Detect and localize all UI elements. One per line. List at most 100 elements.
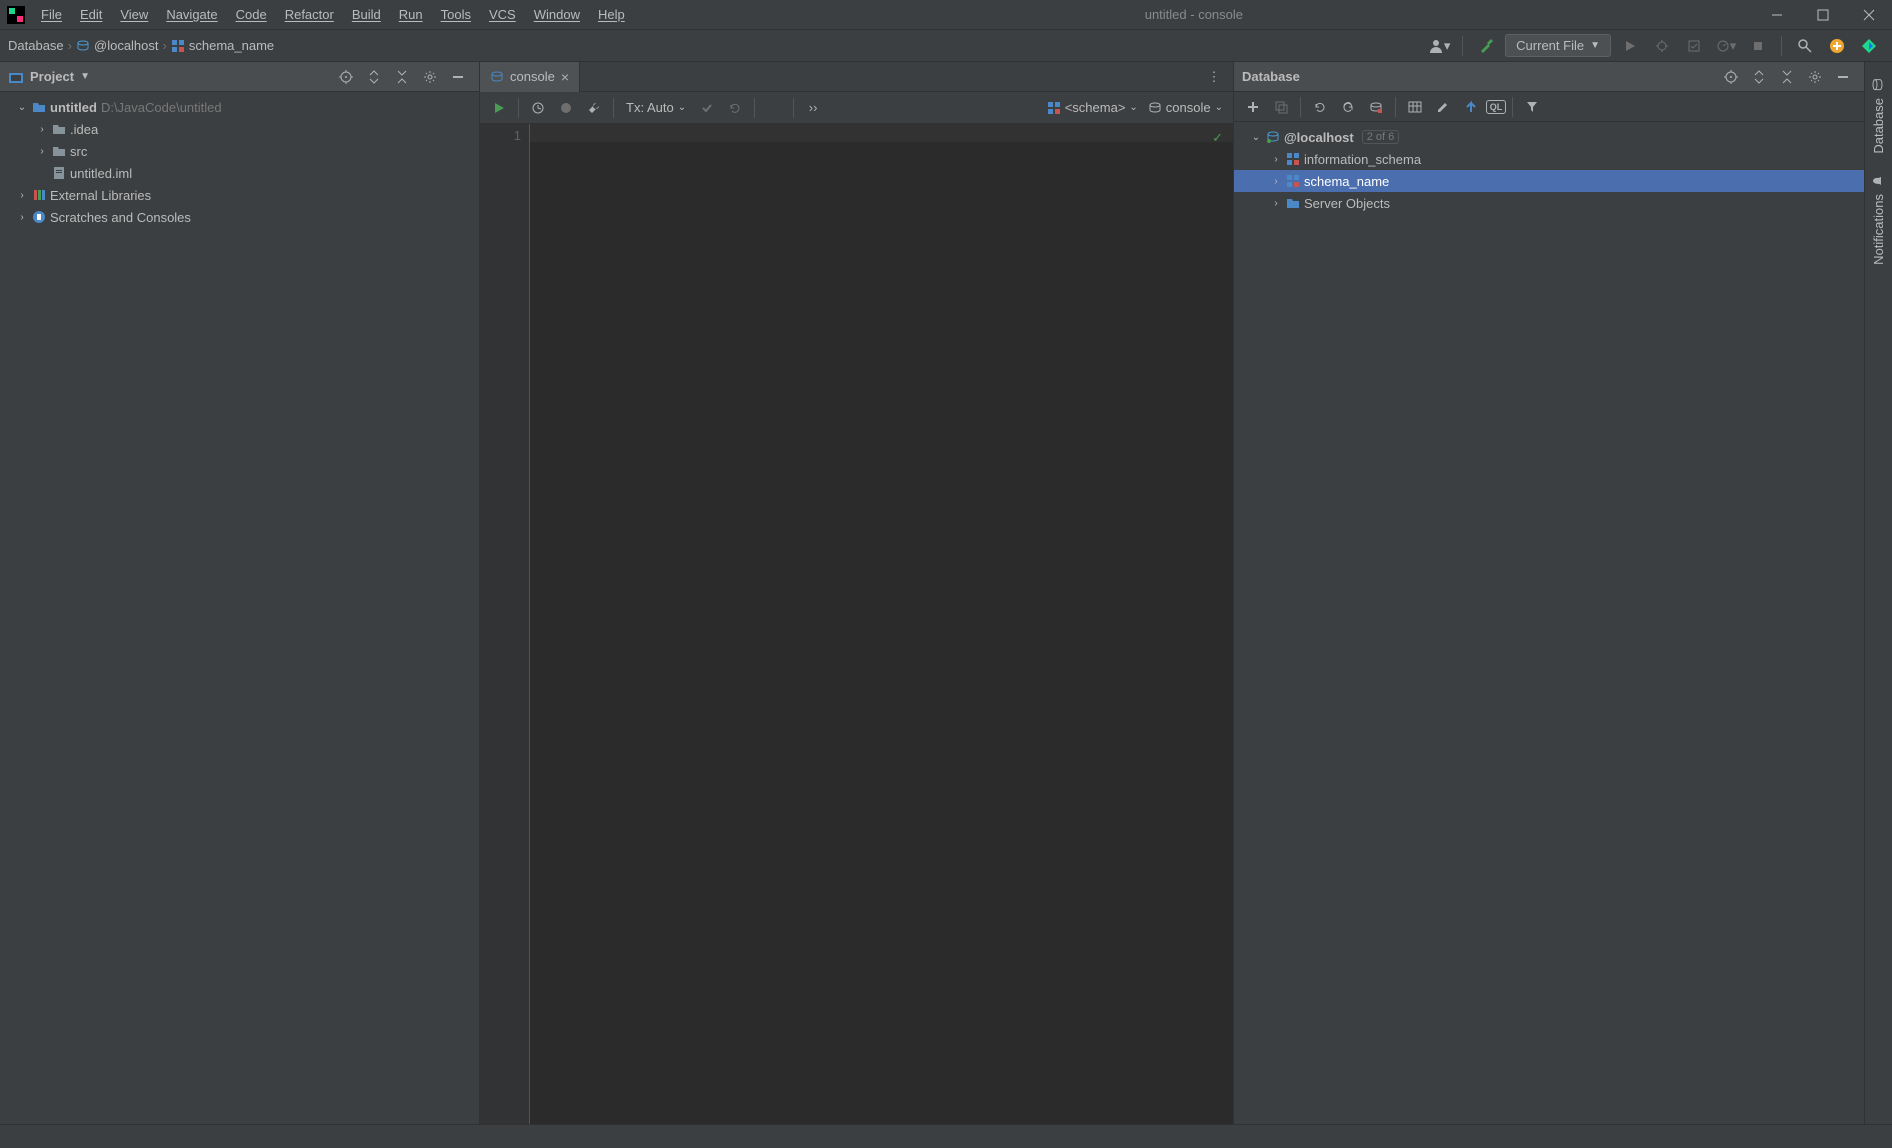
commit-icon[interactable] [694,95,720,121]
tree-external-libraries[interactable]: › External Libraries [0,184,479,206]
wrench-icon[interactable] [581,95,607,121]
menu-navigate[interactable]: Navigate [157,1,226,28]
locate-icon[interactable] [333,64,359,90]
menu-file[interactable]: File [32,1,71,28]
tx-mode-selector[interactable]: Tx: Auto⌄ [620,100,692,115]
db-server-objects-node[interactable]: › Server Objects [1234,192,1864,214]
close-icon[interactable]: × [561,69,569,85]
db-info-schema-node[interactable]: › information_schema [1234,148,1864,170]
ddl-icon[interactable]: QL [1486,100,1506,114]
console-icon [1148,101,1162,115]
chevron-right-icon[interactable]: › [16,190,28,201]
chevron-right-icon[interactable]: › [36,124,48,135]
tab-console[interactable]: console × [480,62,580,92]
menu-code[interactable]: Code [227,1,276,28]
expand-all-icon[interactable] [1746,64,1772,90]
expand-all-icon[interactable] [361,64,387,90]
stop-sync-icon[interactable] [1363,94,1389,120]
node-label: External Libraries [50,188,151,203]
duplicate-icon[interactable] [1268,94,1294,120]
code-area[interactable]: ✓ [530,124,1233,1124]
library-icon [32,188,46,202]
tree-scratches[interactable]: › Scratches and Consoles [0,206,479,228]
locate-icon[interactable] [1718,64,1744,90]
chevron-right-icon[interactable]: › [1270,198,1282,209]
breadcrumb-host[interactable]: @localhost [76,38,159,53]
chevron-right-icon[interactable]: › [1270,176,1282,187]
filter-icon[interactable] [1519,94,1545,120]
run-config-selector[interactable]: Current File▼ [1505,34,1611,57]
tree-src[interactable]: › src [0,140,479,162]
chevron-right-icon[interactable]: › [16,212,28,223]
menu-run[interactable]: Run [390,1,432,28]
overflow-icon[interactable]: ›› [800,95,826,121]
window-controls [1754,0,1892,30]
menu-help[interactable]: Help [589,1,634,28]
debug-button[interactable] [1649,33,1675,59]
menu-window[interactable]: Window [525,1,589,28]
gear-icon[interactable] [417,64,443,90]
database-icon [1872,78,1886,92]
tab-options-icon[interactable]: ⋮ [1201,64,1227,90]
hammer-icon[interactable] [1473,33,1499,59]
database-panel-header: Database [1234,62,1864,92]
tab-bar: console × ⋮ [480,62,1233,92]
run-button[interactable] [1617,33,1643,59]
stop-button[interactable] [1745,33,1771,59]
ide-settings-icon[interactable] [1824,33,1850,59]
breadcrumb-schema[interactable]: schema_name [171,38,274,53]
hide-icon[interactable] [1830,64,1856,90]
user-dropdown[interactable]: ▾ [1426,33,1452,59]
add-datasource-icon[interactable] [1240,94,1266,120]
chevron-down-icon[interactable]: ⌄ [1250,132,1262,143]
navigate-icon[interactable] [1458,94,1484,120]
coverage-button[interactable] [1681,33,1707,59]
history-icon[interactable] [525,95,551,121]
menu-tools[interactable]: Tools [432,1,480,28]
collapse-all-icon[interactable] [389,64,415,90]
menu-refactor[interactable]: Refactor [276,1,343,28]
rail-notifications-tab[interactable]: Notifications [1867,166,1890,273]
execute-icon[interactable] [486,95,512,121]
sync-icon[interactable] [1335,94,1361,120]
jetbrains-icon[interactable] [1856,33,1882,59]
menu-view[interactable]: View [111,1,157,28]
minimize-button[interactable] [1754,0,1800,30]
close-button[interactable] [1846,0,1892,30]
table-view-icon[interactable] [1402,94,1428,120]
chevron-down-icon[interactable]: ▼ [80,71,90,82]
cancel-query-icon[interactable] [761,95,787,121]
separator [1395,97,1396,117]
editor-body[interactable]: 1 ✓ [480,124,1233,1124]
gear-icon[interactable] [1802,64,1828,90]
edit-icon[interactable] [1430,94,1456,120]
chevron-down-icon[interactable]: ⌄ [16,102,28,113]
project-icon [8,70,24,84]
main-area: Project ▼ ⌄ untitled D:\JavaCode\untitle… [0,62,1892,1124]
profile-button[interactable]: ▾ [1713,33,1739,59]
menu-edit[interactable]: Edit [71,1,111,28]
chevron-right-icon[interactable]: › [1270,154,1282,165]
tree-iml[interactable]: untitled.iml [0,162,479,184]
breadcrumb: Database › @localhost › schema_name [4,38,274,53]
search-icon[interactable] [1792,33,1818,59]
db-host-node[interactable]: ⌄ @localhost 2 of 6 [1234,126,1864,148]
hide-icon[interactable] [445,64,471,90]
collapse-all-icon[interactable] [1774,64,1800,90]
tree-idea[interactable]: › .idea [0,118,479,140]
menu-vcs[interactable]: VCS [480,1,525,28]
session-selector[interactable]: console⌄ [1144,100,1227,115]
refresh-icon[interactable] [1307,94,1333,120]
folder-icon [52,123,66,135]
rail-database-tab[interactable]: Database [1867,70,1890,162]
maximize-button[interactable] [1800,0,1846,30]
schema-selector[interactable]: <schema>⌄ [1043,100,1142,115]
breadcrumb-database[interactable]: Database [8,38,64,53]
rollback-icon[interactable] [722,95,748,121]
status-ok-icon[interactable]: ✓ [1212,130,1223,146]
chevron-right-icon[interactable]: › [36,146,48,157]
db-schema-name-node[interactable]: › schema_name [1234,170,1864,192]
explain-icon[interactable] [553,95,579,121]
menu-build[interactable]: Build [343,1,390,28]
tree-root[interactable]: ⌄ untitled D:\JavaCode\untitled [0,96,479,118]
